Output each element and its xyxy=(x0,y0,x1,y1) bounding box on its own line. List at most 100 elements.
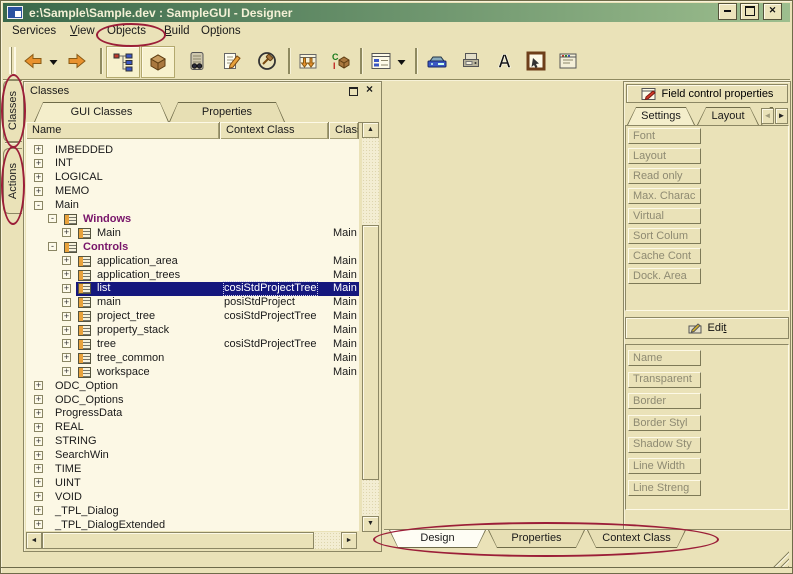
close-panel-button[interactable]: × xyxy=(363,83,376,96)
tab-scroll-right-button[interactable]: ► xyxy=(775,108,788,124)
tree-expand-toggle[interactable]: + xyxy=(34,381,43,390)
settings-property-button[interactable]: Font xyxy=(628,128,701,144)
tree-row[interactable]: + tree_common Main xyxy=(26,351,359,365)
tree-expand-toggle[interactable]: - xyxy=(48,242,57,251)
edit-property-button[interactable]: Name xyxy=(628,350,701,366)
scroll-down-button[interactable]: ▼ xyxy=(362,516,379,532)
image-editor-button[interactable] xyxy=(522,47,550,75)
settings-property-button[interactable]: Read only xyxy=(628,168,701,184)
edit-property-button[interactable]: Border xyxy=(628,393,701,409)
settings-property-button[interactable]: Max. Charac xyxy=(628,188,701,204)
tree-row[interactable]: + UINT xyxy=(26,476,359,490)
tree-expand-toggle[interactable]: + xyxy=(34,520,43,529)
tree-expand-toggle[interactable]: + xyxy=(34,187,43,196)
build-button[interactable] xyxy=(253,47,281,75)
tree-expand-toggle[interactable]: - xyxy=(48,214,57,223)
float-panel-button[interactable] xyxy=(347,85,360,97)
menu-item[interactable]: View xyxy=(70,25,95,37)
tree-expand-toggle[interactable]: + xyxy=(34,437,43,446)
menu-item[interactable]: Build xyxy=(164,25,190,37)
tree-row[interactable]: - Main xyxy=(26,199,359,213)
tab-context-class[interactable]: Context Class xyxy=(587,530,686,548)
column-header-name[interactable]: Name xyxy=(26,122,220,139)
settings-property-button[interactable]: Sort Colum xyxy=(628,228,701,244)
tab-design[interactable]: Design xyxy=(389,530,486,548)
tree-row[interactable]: + _TPL_Dialog xyxy=(26,504,359,518)
form-view-button[interactable] xyxy=(367,47,395,75)
tab-properties-bottom[interactable]: Properties xyxy=(488,530,585,548)
horizontal-scrollbar[interactable]: ◄ ► xyxy=(26,532,357,549)
tree-row[interactable]: + INT xyxy=(26,157,359,171)
edit-document-button[interactable] xyxy=(218,47,246,75)
tree-expand-toggle[interactable]: + xyxy=(62,312,71,321)
tree-expand-toggle[interactable]: + xyxy=(62,298,71,307)
tab-scroll-left-button[interactable]: ◄ xyxy=(761,108,774,124)
tree-row[interactable]: + TIME xyxy=(26,462,359,476)
package-button[interactable] xyxy=(141,46,175,78)
maximize-button[interactable] xyxy=(740,3,759,20)
column-header-context-class[interactable]: Context Class xyxy=(220,122,329,139)
settings-property-button[interactable]: Dock. Area xyxy=(628,268,701,284)
tree-row[interactable]: + main posiStdProject Main xyxy=(26,296,359,310)
tab-gui-classes[interactable]: GUI Classes xyxy=(34,102,169,122)
tree-expand-toggle[interactable]: + xyxy=(34,159,43,168)
tree-expand-toggle[interactable]: + xyxy=(34,506,43,515)
sidebar-tab-classes[interactable]: Classes xyxy=(3,80,22,142)
field-control-properties-button[interactable]: Field control properties xyxy=(626,84,788,103)
class-instance-button[interactable]: C I xyxy=(327,47,355,75)
tree-row[interactable]: + tree cosiStdProjectTree Main xyxy=(26,337,359,351)
edit-property-button[interactable]: Border Styl xyxy=(628,415,701,431)
tree-expand-toggle[interactable]: + xyxy=(62,256,71,265)
close-button[interactable]: ✕ xyxy=(763,3,782,20)
minimize-button[interactable] xyxy=(718,3,737,20)
tree-expand-toggle[interactable]: + xyxy=(62,353,71,362)
tree-row[interactable]: + application_trees Main xyxy=(26,268,359,282)
forward-button[interactable] xyxy=(63,47,91,75)
tree-row[interactable]: + ODC_Options xyxy=(26,393,359,407)
tree-row[interactable]: - Controls xyxy=(26,240,359,254)
dialog-preview-button[interactable] xyxy=(554,47,582,75)
menu-item[interactable]: Options xyxy=(201,25,241,37)
tree-row[interactable]: + REAL xyxy=(26,421,359,435)
column-header-class[interactable]: Class xyxy=(329,122,359,139)
settings-property-button[interactable]: Layout xyxy=(628,148,701,164)
vertical-scroll-thumb[interactable] xyxy=(362,225,379,480)
tree-row[interactable]: + workspace Main xyxy=(26,365,359,379)
scroll-right-button[interactable]: ► xyxy=(341,532,357,549)
vertical-scrollbar[interactable]: ▲ ▼ xyxy=(362,122,379,532)
notebook-button[interactable] xyxy=(183,47,211,75)
menu-item[interactable]: Objects xyxy=(107,25,146,37)
tree-expand-toggle[interactable]: + xyxy=(34,464,43,473)
printer-button[interactable] xyxy=(457,47,485,75)
menu-item[interactable]: Services xyxy=(12,25,56,37)
tree-row[interactable]: + STRING xyxy=(26,435,359,449)
edit-button[interactable]: Edit xyxy=(625,317,789,339)
edit-property-button[interactable]: Shadow Sty xyxy=(628,437,701,453)
tree-row[interactable]: + LOGICAL xyxy=(26,171,359,185)
tree-row[interactable]: + VOID xyxy=(26,490,359,504)
tab-properties[interactable]: Properties xyxy=(169,102,285,122)
tree-row[interactable]: + property_stack Main xyxy=(26,324,359,338)
tree-expand-toggle[interactable]: + xyxy=(34,492,43,501)
tree-expand-toggle[interactable]: + xyxy=(62,228,71,237)
settings-property-button[interactable]: Virtual xyxy=(628,208,701,224)
tree-expand-toggle[interactable]: + xyxy=(34,395,43,404)
back-button[interactable] xyxy=(19,47,47,75)
horizontal-scroll-thumb[interactable] xyxy=(42,532,314,549)
tree-row[interactable]: + _TPL_DialogExtended xyxy=(26,518,359,531)
tree-expand-toggle[interactable]: + xyxy=(62,284,71,293)
tree-expand-toggle[interactable]: + xyxy=(62,326,71,335)
tree-expand-toggle[interactable]: + xyxy=(34,409,43,418)
history-dropdown[interactable] xyxy=(49,58,59,68)
tree-row[interactable]: + SearchWin xyxy=(26,449,359,463)
tree-row[interactable]: + ProgressData xyxy=(26,407,359,421)
scroll-left-button[interactable]: ◄ xyxy=(26,532,42,549)
tree-row[interactable]: - Windows xyxy=(26,212,359,226)
tab-layout[interactable]: Layout xyxy=(697,107,759,125)
tree-expand-toggle[interactable]: + xyxy=(62,367,71,376)
edit-property-button[interactable]: Line Streng xyxy=(628,480,701,496)
resize-grip[interactable] xyxy=(771,551,789,567)
tree-expand-toggle[interactable]: + xyxy=(34,451,43,460)
tree-row[interactable]: + IMBEDDED xyxy=(26,143,359,157)
tree-expand-toggle[interactable]: + xyxy=(62,339,71,348)
